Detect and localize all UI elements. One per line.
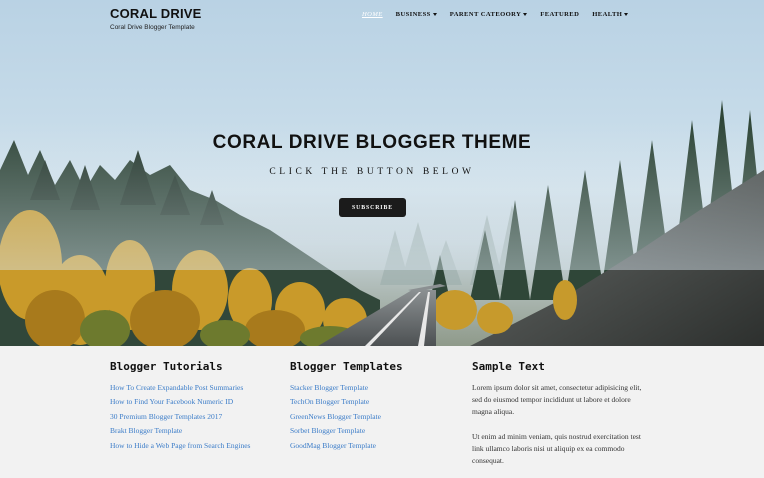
- list-item-link[interactable]: GreenNews Blogger Template: [290, 411, 460, 423]
- nav-home[interactable]: HOME: [362, 11, 383, 18]
- nav-parent-category-label: PARENT CATEOORY: [449, 11, 522, 18]
- widget-blogger-tutorials: Blogger Tutorials How To Create Expandab…: [110, 360, 280, 454]
- hero-subtitle: CLICK THE BUTTON BELOW: [269, 167, 475, 177]
- hero-banner: CORAL DRIVE Coral Drive Blogger Template…: [0, 0, 764, 346]
- widget-blogger-templates: Blogger Templates Stacker Blogger Templa…: [290, 360, 460, 454]
- list-item-link[interactable]: 30 Premium Blogger Templates 2017: [110, 411, 280, 423]
- caret-down-icon: [432, 12, 437, 16]
- list-item-link[interactable]: How to Hide a Web Page from Search Engin…: [110, 440, 260, 452]
- nav-business[interactable]: BUSINESS: [396, 11, 437, 18]
- site-title[interactable]: CORAL DRIVE: [110, 6, 202, 21]
- widget-heading: Blogger Tutorials: [110, 360, 223, 373]
- nav-health[interactable]: HEALTH: [592, 11, 629, 18]
- caret-down-icon: [523, 12, 528, 16]
- site-brand: CORAL DRIVE Coral Drive Blogger Template: [110, 6, 202, 31]
- widget-heading: Sample Text: [472, 360, 545, 373]
- list-item-link[interactable]: How To Create Expandable Post Summaries: [110, 382, 280, 394]
- footer-widgets: Blogger Tutorials How To Create Expandab…: [0, 346, 764, 478]
- widget-sample-text: Sample Text Lorem ipsum dolor sit amet, …: [472, 360, 647, 467]
- list-item-link[interactable]: How to Find Your Facebook Numeric ID: [110, 396, 280, 408]
- list-item-link[interactable]: Stacker Blogger Template: [290, 382, 460, 394]
- main-nav: HOME BUSINESS PARENT CATEOORY FEATURED H…: [362, 11, 641, 18]
- subscribe-button[interactable]: SUBSCRIBE: [339, 198, 406, 217]
- list-item-link[interactable]: Brakt Blogger Template: [110, 425, 280, 437]
- hero-title: CORAL DRIVE BLOGGER THEME: [212, 132, 532, 153]
- link-list: Stacker Blogger Template TechOn Blogger …: [290, 382, 460, 452]
- sample-paragraph: Lorem ipsum dolor sit amet, consectetur …: [472, 383, 642, 416]
- list-item-link[interactable]: Sorbet Blogger Template: [290, 425, 460, 437]
- nav-business-label: BUSINESS: [395, 11, 431, 18]
- nav-featured[interactable]: FEATURED: [540, 11, 579, 18]
- site-tagline: Coral Drive Blogger Template: [110, 24, 195, 31]
- nav-parent-category[interactable]: PARENT CATEOORY: [450, 11, 528, 18]
- sample-paragraph: Ut enim ad minim veniam, quis nostrud ex…: [472, 432, 641, 465]
- link-list: How To Create Expandable Post Summaries …: [110, 382, 280, 452]
- list-item-link[interactable]: TechOn Blogger Template: [290, 396, 460, 408]
- nav-health-label: HEALTH: [592, 11, 623, 18]
- list-item-link[interactable]: GoodMag Blogger Template: [290, 440, 460, 452]
- widget-heading: Blogger Templates: [290, 360, 403, 373]
- caret-down-icon: [624, 12, 629, 16]
